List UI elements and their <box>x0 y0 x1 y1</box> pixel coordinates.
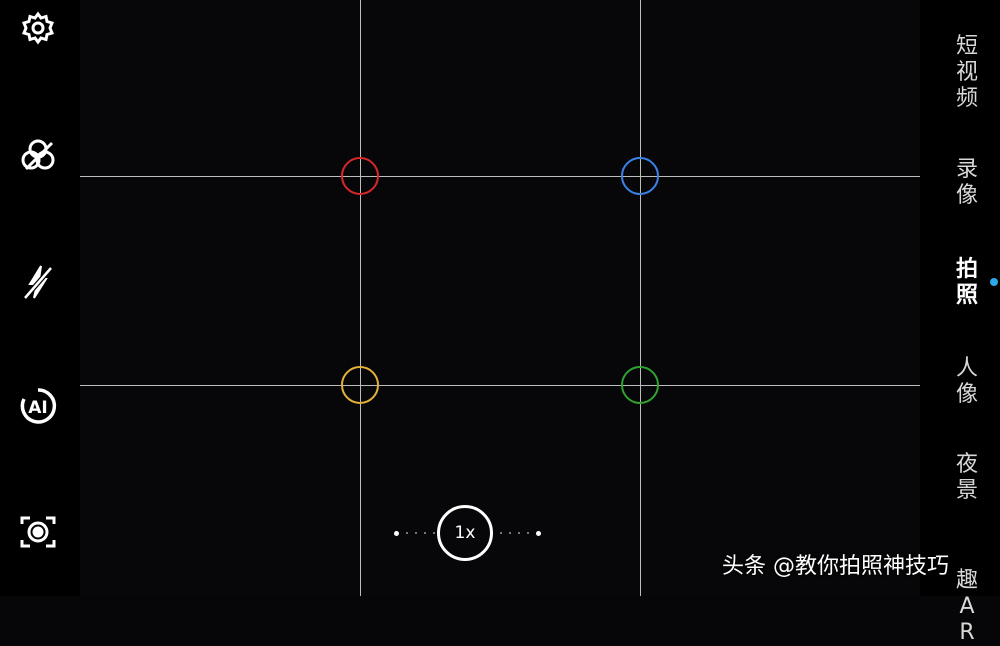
mode-portrait[interactable]: 人像 <box>954 356 980 408</box>
grid-line-vertical-right <box>640 0 641 596</box>
zoom-scale-right[interactable] <box>500 530 541 536</box>
focus-ring-red <box>341 157 379 195</box>
grid-line-horizontal-top <box>80 176 920 177</box>
settings-gear-icon[interactable] <box>18 8 58 48</box>
lens-capture-icon[interactable] <box>18 512 58 552</box>
focus-ring-blue <box>621 157 659 195</box>
watermark: 头条 @教你拍照神技巧 <box>722 554 949 579</box>
mode-video[interactable]: 录像 <box>954 157 980 209</box>
active-mode-indicator <box>990 278 998 286</box>
mode-photo[interactable]: 拍照 <box>954 257 980 309</box>
zoom-button[interactable]: 1x <box>437 505 493 561</box>
camera-viewfinder[interactable] <box>0 0 1000 596</box>
grid-line-horizontal-bottom <box>80 385 920 386</box>
svg-text:AI: AI <box>28 398 47 418</box>
grid-line-vertical-left <box>360 0 361 596</box>
mode-ar[interactable]: 趣AR <box>954 568 980 646</box>
focus-ring-yellow <box>341 366 379 404</box>
left-toolbar: AI <box>0 0 80 596</box>
mode-short-video[interactable]: 短视频 <box>954 34 980 112</box>
zoom-scale-left[interactable] <box>394 530 435 536</box>
ai-mode-icon[interactable]: AI <box>18 386 58 426</box>
filter-effects-icon[interactable] <box>18 135 58 175</box>
mode-night[interactable]: 夜景 <box>954 452 980 504</box>
flash-off-icon[interactable] <box>18 262 58 302</box>
focus-ring-green <box>621 366 659 404</box>
